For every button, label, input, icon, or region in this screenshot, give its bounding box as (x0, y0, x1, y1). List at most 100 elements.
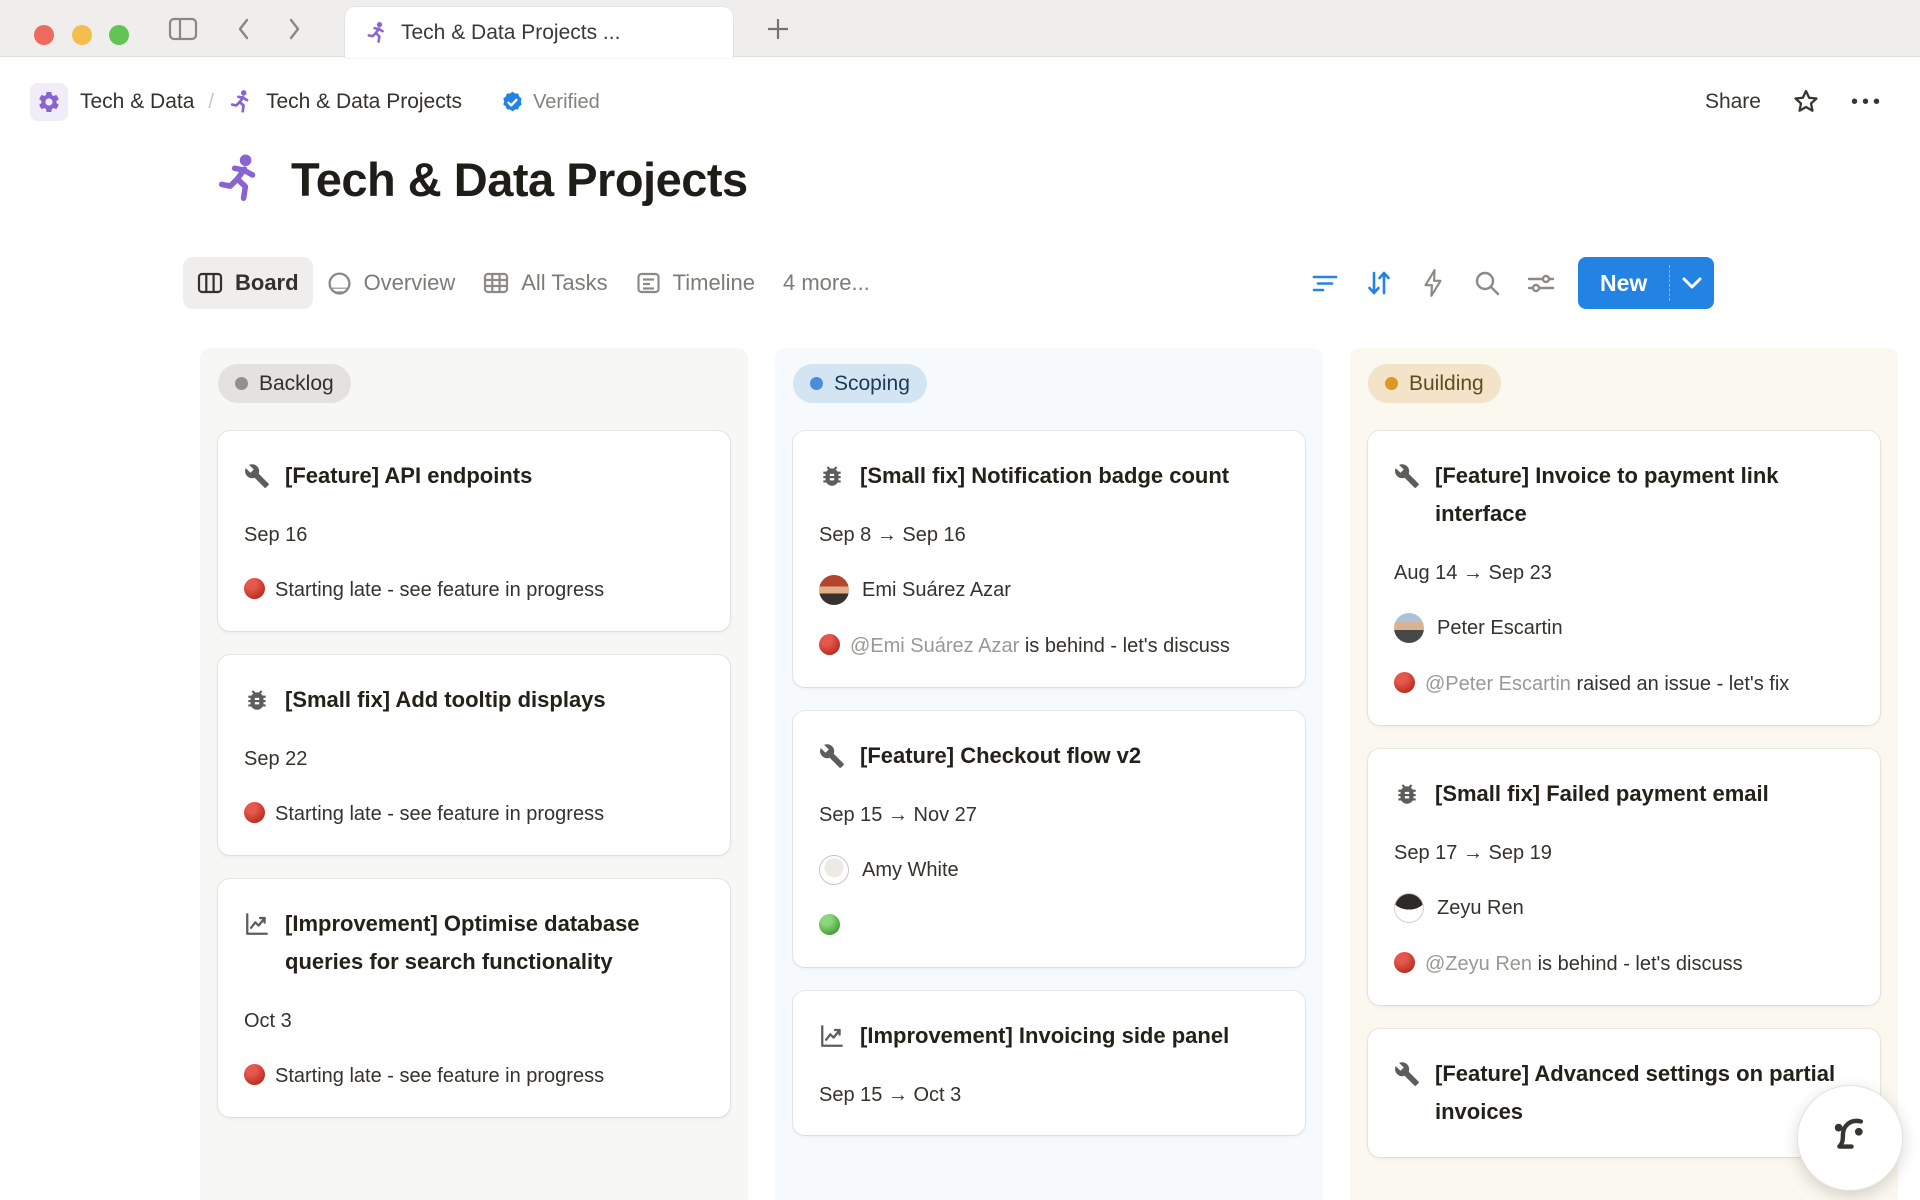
task-card[interactable]: [Improvement] Invoicing side panel Sep 15… (793, 991, 1305, 1135)
toggle-sidebar-button[interactable] (167, 14, 199, 44)
sort-button[interactable] (1352, 257, 1406, 309)
assignee-name: Amy White (862, 856, 959, 884)
search-button[interactable] (1460, 257, 1514, 309)
tab-label: Overview (364, 270, 456, 296)
chart-icon (819, 1023, 845, 1049)
card-date: Sep 22 (244, 745, 704, 773)
task-card[interactable]: [Small fix] Failed payment email Sep 17 →… (1368, 749, 1880, 1005)
gear-icon (37, 90, 61, 114)
tabs-more-button[interactable]: 4 more... (769, 270, 884, 296)
share-button[interactable]: Share (1705, 90, 1761, 114)
ai-assistant-button[interactable] (1797, 1085, 1903, 1191)
table-icon (483, 271, 509, 295)
minimize-window-button[interactable] (72, 25, 92, 45)
automations-button[interactable] (1406, 257, 1460, 309)
top-actions: Share ••• (1705, 87, 1884, 117)
zoom-window-button[interactable] (109, 25, 129, 45)
wrench-icon (1394, 463, 1420, 489)
red-circle-icon (244, 578, 265, 599)
status-dot-icon (1385, 377, 1398, 390)
breadcrumb-page-label[interactable]: Tech & Data Projects (266, 90, 462, 114)
view-toolbar: New (1298, 257, 1714, 309)
tab-board[interactable]: Board (183, 257, 313, 309)
red-circle-icon (1394, 672, 1415, 693)
tab-title: Tech & Data Projects ... (401, 21, 620, 45)
column-name: Backlog (259, 372, 334, 396)
red-circle-icon (244, 1064, 265, 1085)
tab-all-tasks[interactable]: All Tasks (469, 257, 621, 309)
card-assignee: Emi Suárez Azar (819, 575, 1279, 605)
tab-label: Board (235, 270, 299, 296)
card-date: Sep 17 → Sep 19 (1394, 839, 1854, 867)
close-window-button[interactable] (34, 25, 54, 45)
column-name: Building (1409, 372, 1484, 396)
filter-button[interactable] (1298, 257, 1352, 309)
new-button-label[interactable]: New (1578, 257, 1669, 309)
card-title: [Feature] API endpoints (285, 457, 532, 495)
plus-icon (765, 16, 791, 42)
avatar (819, 855, 849, 885)
card-title: [Improvement] Invoicing side panel (860, 1017, 1229, 1055)
bug-icon (819, 463, 845, 489)
runner-icon (213, 150, 267, 208)
breadcrumb-workspace[interactable] (30, 83, 68, 121)
card-title: [Improvement] Optimise database queries … (285, 905, 704, 981)
favorite-star-icon[interactable] (1791, 87, 1821, 117)
filter-icon (1310, 270, 1340, 296)
new-button[interactable]: New (1578, 257, 1714, 309)
forward-button[interactable] (278, 14, 310, 44)
board: Backlog [Feature] API endpointsSep 16Star… (200, 348, 1898, 1200)
tab-overview[interactable]: Overview (313, 257, 470, 309)
red-circle-icon (819, 634, 840, 655)
timeline-icon (636, 271, 661, 295)
red-circle-icon (244, 802, 265, 823)
top-bar: Tech & Data / Tech & Data Projects Verif… (30, 80, 1884, 124)
card-date: Sep 8 → Sep 16 (819, 521, 1279, 549)
card-date: Sep 15 → Oct 3 (819, 1081, 1279, 1109)
card-date: Sep 15 → Nov 27 (819, 801, 1279, 829)
card-title: [Feature] Invoice to payment link interf… (1435, 457, 1854, 533)
avatar (1394, 613, 1424, 643)
card-title: [Small fix] Add tooltip displays (285, 681, 606, 719)
task-card[interactable]: [Feature] Checkout flow v2Sep 15 → Nov 2… (793, 711, 1305, 967)
lightning-icon (1420, 268, 1446, 298)
column-header-pill[interactable]: Backlog (218, 364, 351, 403)
task-card[interactable]: [Small fix] Notification badge countSep … (793, 431, 1305, 687)
column-header-pill[interactable]: Scoping (793, 364, 927, 403)
new-button-dropdown[interactable] (1670, 257, 1714, 309)
card-assignee: Peter Escartin (1394, 613, 1854, 643)
mention: @Emi Suárez Azar (850, 635, 1019, 657)
verified-badge[interactable]: Verified (500, 90, 600, 115)
more-options-button[interactable]: ••• (1851, 91, 1884, 114)
card-list: [Feature] API endpointsSep 16Starting la… (218, 431, 730, 1117)
page-header: Tech & Data Projects (213, 150, 748, 208)
back-button[interactable] (228, 14, 260, 44)
search-icon (1473, 269, 1501, 297)
page-title[interactable]: Tech & Data Projects (291, 152, 748, 207)
bug-icon (244, 687, 270, 713)
card-title: [Small fix] Failed payment email (1435, 775, 1769, 813)
view-settings-button[interactable] (1514, 257, 1568, 309)
column-name: Scoping (834, 372, 910, 396)
verified-seal-icon (500, 90, 525, 115)
task-card[interactable]: [Feature] API endpointsSep 16Starting la… (218, 431, 730, 631)
breadcrumb-workspace-label[interactable]: Tech & Data (80, 90, 194, 114)
tab-timeline[interactable]: Timeline (622, 257, 769, 309)
column-backlog: Backlog [Feature] API endpointsSep 16Star… (200, 348, 748, 1200)
task-card[interactable]: [Feature] Invoice to payment link interf… (1368, 431, 1880, 725)
card-assignee: Amy White (819, 855, 1279, 885)
task-card[interactable]: [Small fix] Add tooltip displays Sep 22 St… (218, 655, 730, 855)
column-building: Building [Feature] Invoice to payment lin… (1350, 348, 1898, 1200)
card-title: [Feature] Advanced settings on partial i… (1435, 1055, 1854, 1131)
overview-icon (327, 271, 352, 296)
wrench-icon (244, 463, 270, 489)
card-list: [Feature] Invoice to payment link interf… (1368, 431, 1880, 1157)
red-circle-icon (1394, 952, 1415, 973)
browser-tab[interactable]: Tech & Data Projects ... (345, 7, 733, 58)
card-status: Starting late - see feature in progress (244, 799, 704, 829)
column-header-pill[interactable]: Building (1368, 364, 1501, 403)
notion-face-icon (1819, 1107, 1881, 1169)
new-tab-button[interactable] (762, 14, 794, 44)
task-card[interactable]: [Improvement] Optimise database queries … (218, 879, 730, 1117)
status-dot-icon (235, 377, 248, 390)
